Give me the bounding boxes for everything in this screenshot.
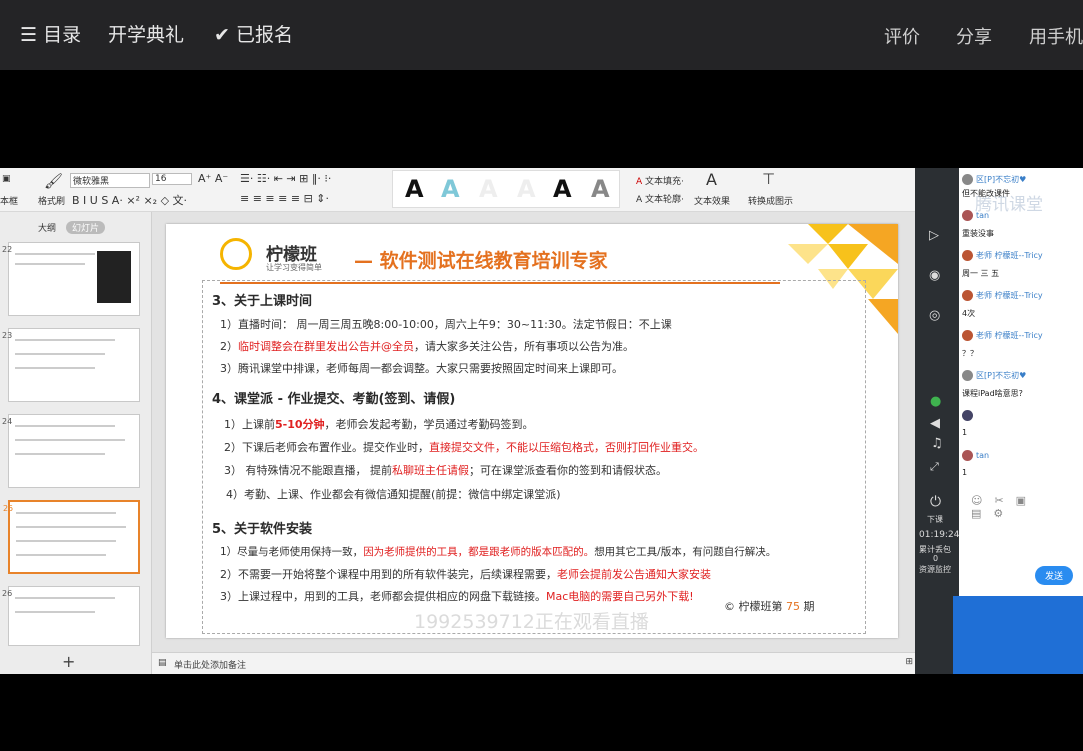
chat-text: 1 — [962, 428, 968, 437]
font-style-buttons[interactable]: B I U S A· ×² ×₂ ◇ 文· — [72, 192, 187, 208]
viewer-watermark: 1992539712正在观看直播 — [414, 611, 649, 633]
mobile-button[interactable]: 用手机 — [1029, 23, 1083, 49]
chat-text: 4次 — [962, 309, 976, 318]
grid-icon[interactable]: ⊞ — [905, 657, 913, 667]
text-style-gallery[interactable]: A A A A A A — [392, 170, 620, 208]
section-3-title: 3、关于上课时间 — [212, 294, 313, 309]
course-title: 开学典礼 — [108, 24, 185, 46]
chat-message: tan — [962, 210, 989, 221]
music-icon[interactable]: ♫ — [931, 436, 943, 451]
packet-loss-value: 0 — [933, 554, 939, 563]
thumb-slide[interactable]: 23 — [2, 328, 140, 402]
chat-text: 但不能改课件 — [962, 189, 1010, 198]
text-effect-icon[interactable]: A — [706, 170, 717, 189]
notes-bar[interactable]: ▤ 单击此处添加备注 ⊞ — [152, 652, 915, 674]
chat-message: 老师 柠檬班--Tricy — [962, 290, 1043, 301]
text-effect-label: 文本效果 — [694, 197, 731, 207]
chat-text: ？？ — [962, 349, 978, 358]
add-slide-button[interactable]: + — [62, 652, 75, 671]
lemon-logo-icon — [220, 238, 252, 270]
share-screen-icon[interactable]: ◎ — [929, 308, 940, 323]
notes-placeholder: 单击此处添加备注 — [174, 661, 247, 671]
resource-monitor[interactable]: 资源监控 — [919, 564, 951, 575]
s4-line-3: 3） 有特殊情况不能跟直播， 提前私聊班主任请假；可在课堂派查看你的签到和请假状… — [224, 464, 667, 477]
textbox-icon[interactable]: ▣ — [2, 174, 11, 184]
text-outline-button[interactable]: A 文本轮廓· — [636, 192, 684, 205]
chat-tools[interactable]: ☺✂▣ ▤⚙ — [971, 494, 1083, 520]
fullscreen-icon[interactable]: ⤢ — [930, 460, 939, 474]
chat-text: 课程iPad啥意思? — [962, 389, 1023, 398]
font-size-select[interactable]: 16 — [152, 173, 192, 185]
thumb-slide[interactable]: 26 — [2, 586, 140, 646]
current-slide: 柠檬班 让学习变得简单 — 软件测试在线教育培训专家 3、关于上课时间 1）直播… — [166, 224, 898, 638]
s3-line-1: 1）直播时间： 周一周三周五晚8:00-10:00，周六上午9：30~11:30… — [220, 318, 672, 331]
share-button[interactable]: 分享 — [956, 23, 992, 49]
chat-text: 1 — [962, 468, 968, 477]
tab-slides[interactable]: 幻灯片 — [66, 221, 106, 234]
top-bar: ☰ 目录 开学典礼 ✔ 已报名 评价 分享 用手机 — [0, 0, 1083, 70]
list-buttons[interactable]: ☰· ☷· ⇤ ⇥ ⊞ ‖· ⁝· — [240, 172, 331, 185]
s3-line-2: 2）临时调整会在群里发出公告并@全员，请大家多关注公告，所有事项以公告为准。 — [220, 340, 634, 353]
s5-line-2: 2）不需要一开始将整个课程中用到的所有软件装完，后续课程需要，老师会提前发公告通… — [220, 568, 711, 581]
play-icon[interactable]: ▷ — [929, 228, 939, 243]
text-fill-button[interactable]: A 文本填充· — [636, 174, 684, 187]
check-icon: ✔ — [214, 24, 230, 46]
section-4-title: 4、课堂派 - 作业提交、考勤(签到、请假) — [212, 392, 456, 407]
textbox-label: 本框 — [0, 197, 19, 207]
align-buttons[interactable]: ≡ ≡ ≡ ≡ ≡ ⊟ ⇕· — [240, 192, 329, 205]
font-grow-icon[interactable]: A⁺ A⁻ — [198, 172, 228, 185]
ppt-ribbon: ▣ 本框 🖌 格式刷 微软雅黑 16 A⁺ A⁻ B I U S A· ×² ×… — [0, 168, 915, 212]
thumb-slide-selected[interactable]: 25 — [3, 500, 140, 574]
convert-icon[interactable]: ⊤ — [762, 170, 775, 188]
format-painter-icon[interactable]: 🖌 — [44, 172, 63, 190]
thumb-slide[interactable]: 22 — [2, 242, 140, 316]
chat-message: 老师 柠檬班--Tricy — [962, 330, 1043, 341]
s4-line-4: 4）考勤、上课、作业都会有微信通知提醒(前提：微信中绑定课堂派) — [226, 488, 561, 501]
notes-icon: ▤ — [158, 658, 167, 668]
brand-subtitle: 让学习变得简单 — [266, 263, 322, 272]
format-painter-label: 格式刷 — [38, 197, 66, 207]
chat-text: 周一 三 五 — [962, 269, 1000, 278]
s4-line-2: 2）下课后老师会布置作业。提交作业时，直接提交文件，不能以压缩包格式，否则打回作… — [224, 441, 704, 454]
webcam-area — [953, 596, 1083, 674]
chat-message — [962, 410, 976, 421]
s5-line-1: 1）尽量与老师使用保持一致，因为老师提供的工具，都是跟老师的版本匹配的。想用其它… — [220, 546, 777, 558]
menu-button[interactable]: ☰ 目录 — [20, 20, 81, 47]
chat-message: 区[P]不忘初♥ — [962, 174, 1026, 185]
chat-panel: 腾讯课堂 区[P]不忘初♥ 但不能改课件 tan 重装没事 老师 柠檬班--Tr… — [959, 168, 1083, 596]
slide-workspace: 柠檬班 让学习变得简单 — 软件测试在线教育培训专家 3、关于上课时间 1）直播… — [152, 212, 915, 674]
s4-line-1: 1）上课前5-10分钟，老师会发起考勤，学员通过考勤码签到。 — [224, 418, 534, 431]
chat-message: 老师 柠檬班--Tricy — [962, 250, 1043, 261]
s5-line-3: 3）上课过程中，用到的工具，老师都会提供相应的网盘下载链接。Mac电脑的需要自己… — [220, 590, 694, 603]
menu-icon: ☰ — [20, 24, 38, 46]
live-stream-area: ▣ 本框 🖌 格式刷 微软雅黑 16 A⁺ A⁻ B I U S A· ×² ×… — [0, 168, 1083, 674]
chat-message: 区[P]不忘初♥ — [962, 370, 1026, 381]
thumb-slide[interactable]: 24 — [2, 414, 140, 488]
power-icon[interactable]: ⏻ — [930, 494, 941, 510]
camera-icon[interactable]: ◉ — [929, 268, 940, 283]
text-outline-icon: A — [636, 195, 643, 205]
slide-thumbnails: 大纲 幻灯片 22 23 24 25 26 + — [0, 212, 152, 674]
convert-label: 转换成图示 — [748, 197, 794, 207]
section-5-title: 5、关于软件安装 — [212, 522, 313, 537]
slide-tagline: — 软件测试在线教育培训专家 — [354, 250, 608, 272]
slide-footer: © 柠檬班第 75 期 — [724, 600, 815, 613]
rate-button[interactable]: 评价 — [884, 23, 920, 49]
end-class-label[interactable]: 下课 — [927, 514, 943, 525]
elapsed-time: 01:19:24 — [919, 530, 960, 540]
font-name-select[interactable]: 微软雅黑 — [70, 173, 150, 188]
mic-icon[interactable]: ● — [930, 394, 941, 409]
chat-message: tan — [962, 450, 989, 461]
volume-icon[interactable]: ◀ — [930, 416, 940, 431]
send-button[interactable]: 发送 — [1035, 566, 1074, 585]
enrolled-status: ✔ 已报名 — [214, 24, 293, 46]
text-fill-icon: A — [636, 177, 643, 187]
chat-text: 重装没事 — [962, 229, 994, 238]
s3-line-3: 3）腾讯课堂中排课，老师每周一都会调整。大家只需要按照固定时间来上课即可。 — [220, 362, 623, 375]
tab-outline[interactable]: 大纲 — [38, 221, 56, 234]
